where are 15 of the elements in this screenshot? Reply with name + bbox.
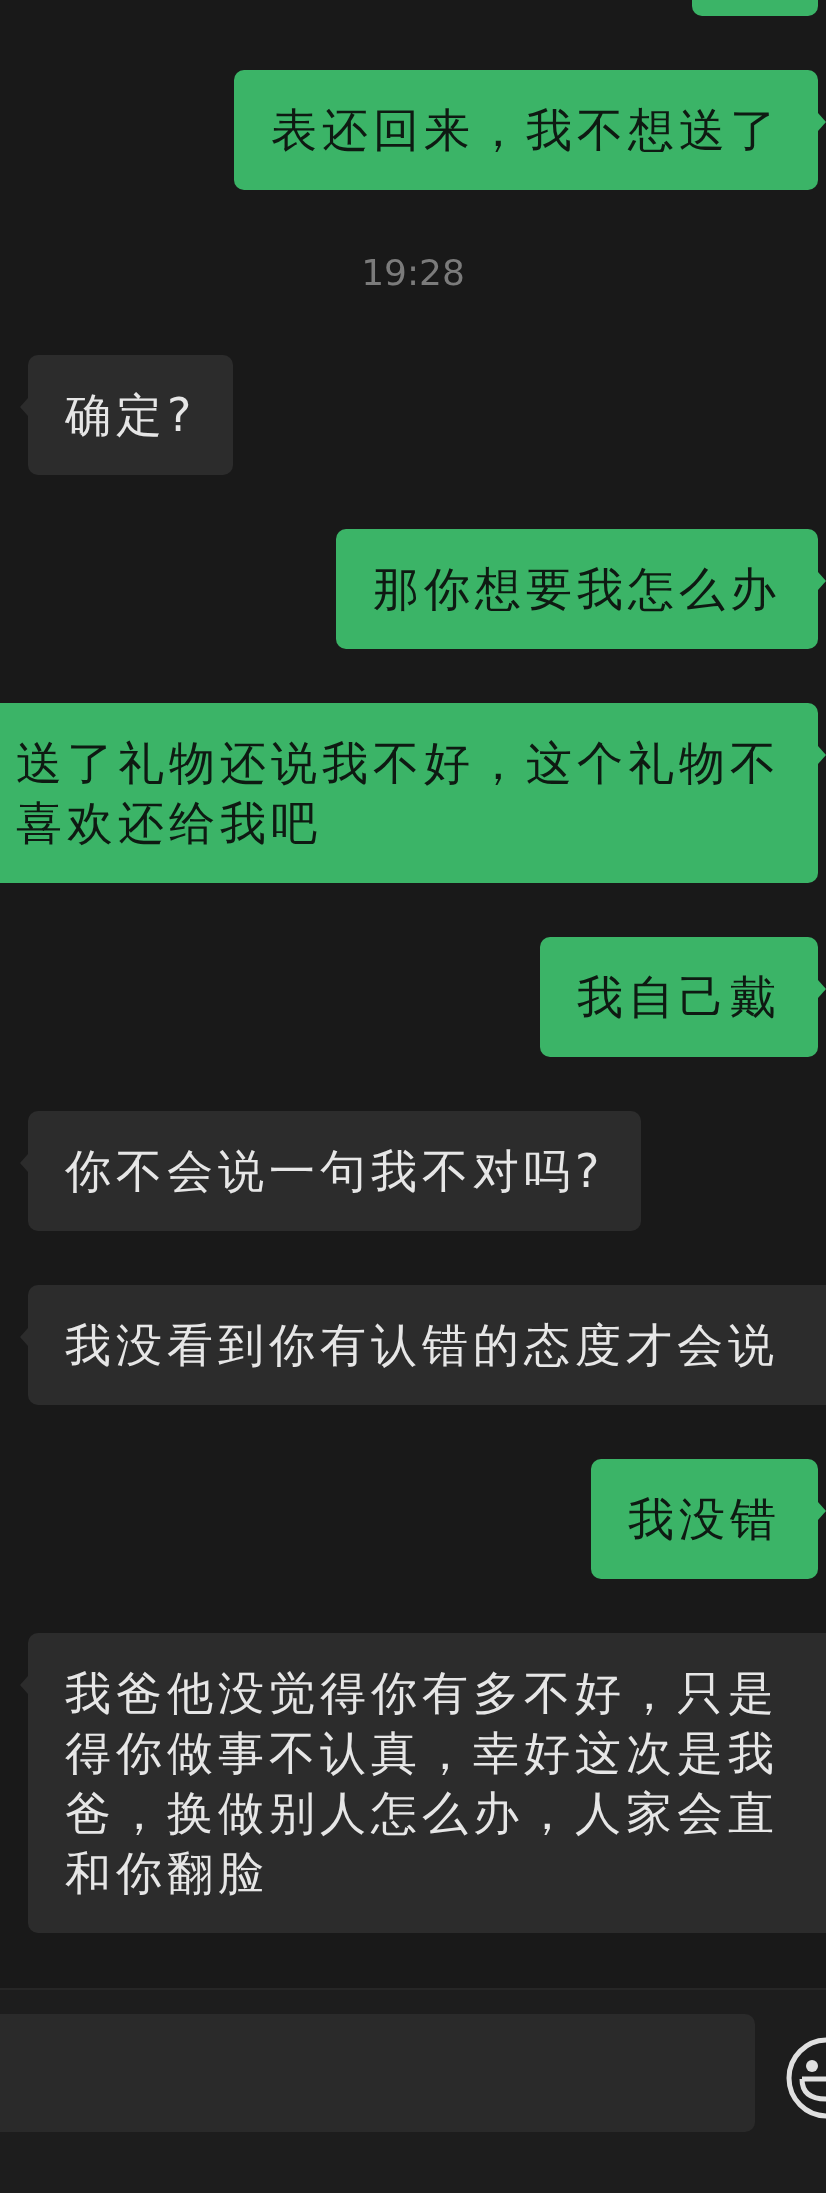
timestamp: 19:28 [360, 251, 466, 295]
message-text: 和你翻脸 [65, 1845, 270, 1902]
message-text: 表还回来，我不想送了 [271, 102, 781, 159]
message-text: 喜欢还给我吧 [16, 795, 323, 852]
message-text: 那你想要我怎么办 [373, 561, 781, 618]
message-text: 你不会说一句我不对吗? [65, 1143, 605, 1200]
message-text: 爸，换做别人怎么办，人家会直 [65, 1785, 780, 1842]
message-text: 得你做事不认真，幸好这次是我 [65, 1725, 780, 1782]
message-text: 送了礼物还说我不好，这个礼物不 [16, 735, 781, 792]
message-text: 确定? [65, 387, 197, 444]
message-text: 我没错 [628, 1491, 781, 1548]
message-text: 我自己戴 [577, 969, 781, 1026]
message-text: 我爸他没觉得你有多不好，只是 [65, 1665, 780, 1722]
message-text: 我没看到你有认错的态度才会说 [65, 1317, 780, 1374]
emoji-icon[interactable] [786, 2037, 826, 2119]
